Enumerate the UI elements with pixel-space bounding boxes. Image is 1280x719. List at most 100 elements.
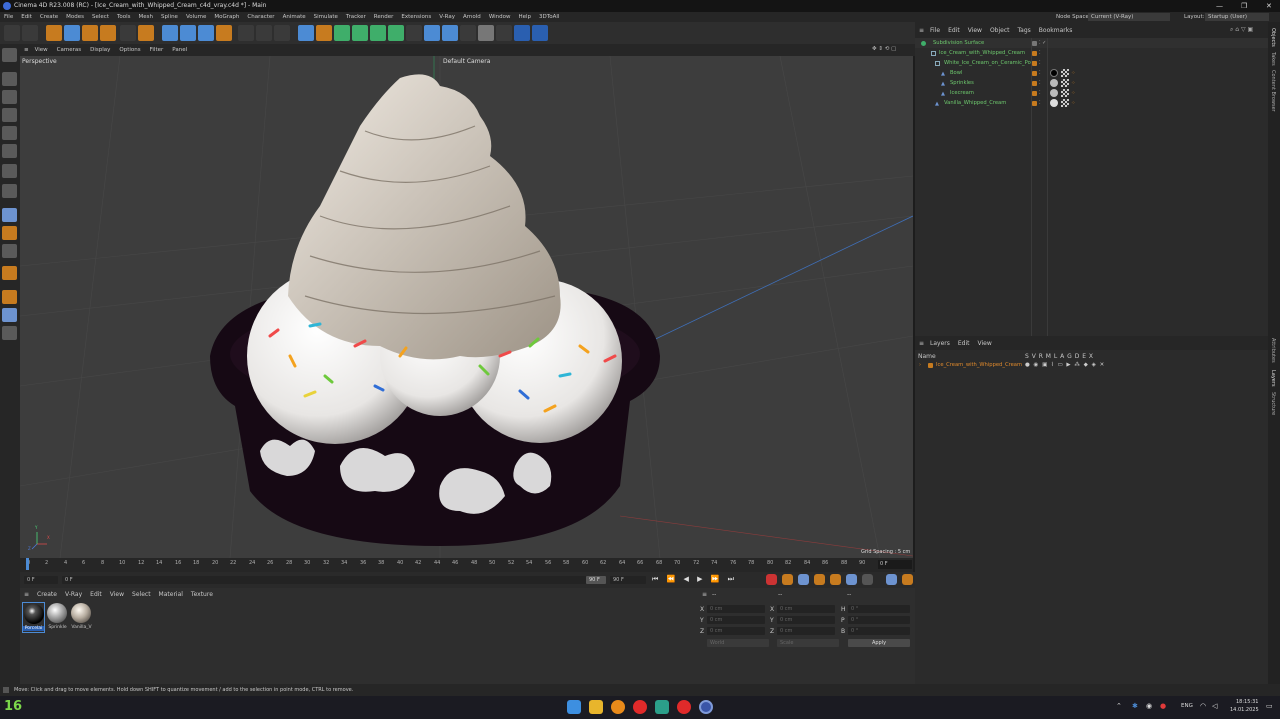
- visibility-toggle-icon[interactable]: ⁚: [1039, 58, 1041, 68]
- object-row-subdivision[interactable]: Subdivision Surface ⁚ ✓: [915, 38, 1268, 48]
- layer-color-icon[interactable]: [1032, 71, 1037, 76]
- camera-label[interactable]: Default Camera: [443, 58, 490, 65]
- menu-file[interactable]: File: [4, 14, 13, 20]
- tab-attributes[interactable]: Attributes: [1270, 338, 1276, 363]
- keyframe-rotation-icon[interactable]: [830, 574, 841, 585]
- floor-icon[interactable]: [442, 25, 458, 41]
- cinema4d-taskbar-icon[interactable]: [699, 700, 713, 714]
- render-view-icon[interactable]: [238, 25, 254, 41]
- material-tag-icon[interactable]: [1050, 89, 1058, 97]
- object-row-whipped-cream[interactable]: ▲ Vanilla_Whipped_Cream ⁚ ⁘: [915, 98, 1268, 108]
- close-icon[interactable]: ✕: [1266, 0, 1272, 12]
- locked-workplane-icon[interactable]: [2, 290, 17, 304]
- field-icon[interactable]: [424, 25, 440, 41]
- app-teal-icon[interactable]: [655, 700, 669, 714]
- polygons-mode-icon[interactable]: [2, 144, 17, 158]
- maximize-icon[interactable]: ❐: [1241, 0, 1247, 12]
- z-axis-lock-icon[interactable]: [198, 25, 214, 41]
- mat-menu-material[interactable]: Material: [159, 591, 183, 598]
- material-tag-icon[interactable]: [1050, 99, 1058, 107]
- layer-color-icon[interactable]: [1032, 61, 1037, 66]
- uvw-tag-icon[interactable]: [1061, 89, 1069, 97]
- scale-icon[interactable]: [82, 25, 98, 41]
- render-picture-viewer-icon[interactable]: [256, 25, 272, 41]
- menu-select[interactable]: Select: [92, 14, 109, 20]
- obj-menu-tags[interactable]: Tags: [1018, 27, 1031, 34]
- light-icon[interactable]: [478, 25, 494, 41]
- spiral-icon[interactable]: [496, 25, 512, 41]
- viewport-solo-icon[interactable]: [2, 308, 17, 322]
- material-vanilla[interactable]: Vanilla_V: [70, 602, 93, 633]
- clock-date[interactable]: 14.01.2025: [1230, 707, 1259, 713]
- mat-menu-create[interactable]: Create: [37, 591, 57, 598]
- workplane-icon[interactable]: [2, 244, 17, 258]
- tray-chevron-icon[interactable]: ⌃: [1116, 702, 1122, 710]
- volume-icon[interactable]: ◁: [1212, 702, 1217, 710]
- layer-flag-toggles-icon[interactable]: ● ◉ ▣ ⌇ ▭ ▶ ⁂ ◆ ◈ ✕: [1025, 360, 1105, 370]
- make-editable-icon[interactable]: [2, 48, 17, 62]
- material-tag-icon[interactable]: [1050, 69, 1058, 77]
- menu-character[interactable]: Character: [247, 14, 274, 20]
- coordinate-space-dropdown[interactable]: World: [707, 639, 769, 647]
- position-y-field[interactable]: 0 cm: [707, 616, 765, 624]
- model-mode-icon[interactable]: [2, 72, 17, 86]
- redo-icon[interactable]: [22, 25, 38, 41]
- move-icon[interactable]: [64, 25, 80, 41]
- layer-menu-edit[interactable]: Edit: [958, 340, 970, 347]
- phong-tag-icon[interactable]: ⁘: [1071, 88, 1075, 98]
- layer-color-icon[interactable]: [1032, 41, 1037, 46]
- keyframe-scale-icon[interactable]: [814, 574, 825, 585]
- object-row-icecream-group[interactable]: Ice_Cream_with_Whipped_Cream ⁚: [915, 48, 1268, 58]
- object-row-icecream[interactable]: ▲ Icecream ⁚ ⁘: [915, 88, 1268, 98]
- coordinates-list-icon[interactable]: ≡: [702, 591, 707, 598]
- expand-arrow-icon[interactable]: ›: [919, 360, 921, 370]
- notifications-icon[interactable]: ▭: [1266, 702, 1273, 710]
- obj-menu-object[interactable]: Object: [990, 27, 1010, 34]
- vp-menu-cameras[interactable]: Cameras: [57, 47, 81, 53]
- uvw-tag-icon[interactable]: [1061, 79, 1069, 87]
- visibility-toggle-icon[interactable]: ⁚: [1039, 48, 1041, 58]
- menu-simulate[interactable]: Simulate: [314, 14, 338, 20]
- grid-snap-icon[interactable]: [2, 326, 17, 340]
- coordinate-system-icon[interactable]: [216, 25, 232, 41]
- timeline-window-icon[interactable]: [902, 574, 913, 585]
- yandex-browser-2-icon[interactable]: [677, 700, 691, 714]
- obj-menu-edit[interactable]: Edit: [948, 27, 960, 34]
- y-axis-lock-icon[interactable]: [180, 25, 196, 41]
- vp-menu-filter[interactable]: Filter: [150, 47, 164, 53]
- clock-time[interactable]: 18:15:31: [1236, 699, 1258, 705]
- menu-help[interactable]: Help: [519, 14, 532, 20]
- steam-icon[interactable]: ◉: [1146, 702, 1152, 710]
- frame-range-slider[interactable]: 0 F: [62, 576, 602, 584]
- current-frame-field[interactable]: 0 F: [878, 560, 912, 569]
- snap-settings-icon[interactable]: [2, 226, 17, 240]
- autokey-icon[interactable]: [782, 574, 793, 585]
- subdivision-icon[interactable]: [334, 25, 350, 41]
- node-space-dropdown[interactable]: Current (V-Ray): [1088, 13, 1170, 21]
- range-end-field[interactable]: 90 F: [586, 576, 606, 584]
- playback-controls[interactable]: ⏮ ⏪ ◀ ▶ ⏩ ⏭: [652, 575, 737, 584]
- keyframe-pla-icon[interactable]: [862, 574, 873, 585]
- object-search-icon[interactable]: ⌕ ⌂ ▽ ▣: [1230, 26, 1253, 34]
- cube-icon[interactable]: [298, 25, 314, 41]
- visibility-toggle-icon[interactable]: ⁚ ✓: [1039, 38, 1046, 48]
- apply-button[interactable]: Apply: [848, 639, 910, 647]
- visibility-toggle-icon[interactable]: ⁚: [1039, 98, 1041, 108]
- live-selection-icon[interactable]: [46, 25, 62, 41]
- vp-menu-panel[interactable]: Panel: [172, 47, 187, 53]
- points-mode-icon[interactable]: [2, 108, 17, 122]
- record-icon[interactable]: [766, 574, 777, 585]
- end-frame-field[interactable]: 90 F: [610, 576, 646, 584]
- position-x-field[interactable]: 0 cm: [707, 605, 765, 613]
- uv-mode-icon[interactable]: [2, 164, 17, 178]
- material-sprinkles[interactable]: Sprinkle: [46, 602, 69, 633]
- menu-tools[interactable]: Tools: [117, 14, 131, 20]
- vp-menu-display[interactable]: Display: [90, 47, 110, 53]
- mat-menu-texture[interactable]: Texture: [191, 591, 213, 598]
- menu-window[interactable]: Window: [489, 14, 511, 20]
- visibility-toggle-icon[interactable]: ⁚: [1039, 78, 1041, 88]
- camera-icon[interactable]: [460, 25, 476, 41]
- axis-mode-icon[interactable]: [2, 184, 17, 198]
- tab-structure[interactable]: Structure: [1270, 392, 1276, 415]
- menu-tracker[interactable]: Tracker: [346, 14, 366, 20]
